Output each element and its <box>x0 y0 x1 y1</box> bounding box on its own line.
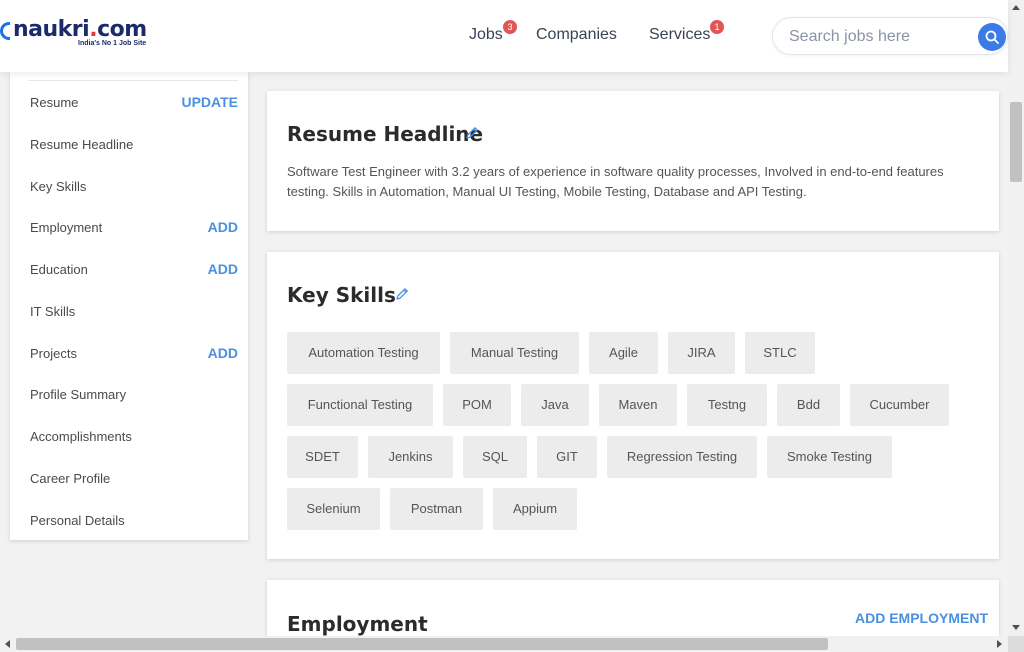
vertical-scrollbar[interactable] <box>1008 0 1024 636</box>
scroll-down-arrow-icon[interactable] <box>1012 625 1020 630</box>
sidebar-item-label: Resume Headline <box>30 137 134 152</box>
resume-headline-text: Software Test Engineer with 3.2 years of… <box>287 164 944 199</box>
sidebar-item-label: Key Skills <box>30 179 87 194</box>
top-header: naukri.com India's No 1 Job Site Jobs 3 … <box>0 0 1008 72</box>
scrollbar-corner <box>1008 636 1024 652</box>
logo-tagline: India's No 1 Job Site <box>78 40 147 47</box>
skill-chip: Cucumber <box>850 384 949 426</box>
skill-chip: Postman <box>390 488 483 530</box>
naukri-logo[interactable]: naukri.com India's No 1 Job Site <box>0 18 160 50</box>
skill-chip: Smoke Testing <box>767 436 892 478</box>
sidebar-item-label: Accomplishments <box>30 429 132 444</box>
skill-chip: POM <box>443 384 511 426</box>
services-notification-badge: 1 <box>710 20 724 34</box>
sidebar-item-personal-details[interactable]: Personal Details <box>30 513 238 533</box>
sidebar-item-label: Profile Summary <box>30 387 127 402</box>
education-add-link[interactable]: ADD <box>208 261 238 277</box>
key-skills-title: Key Skills <box>287 283 396 307</box>
nav-jobs[interactable]: Jobs <box>469 26 503 44</box>
search-button[interactable] <box>978 23 1006 51</box>
nav-companies[interactable]: Companies <box>536 26 617 44</box>
resume-update-link[interactable]: UPDATE <box>181 94 238 110</box>
skill-chip: Agile <box>589 332 658 374</box>
sidebar-item-label: Employment <box>30 220 103 235</box>
employment-title: Employment <box>287 612 428 636</box>
sidebar-divider <box>28 80 238 81</box>
sidebar-item-key-skills[interactable]: Key Skills <box>30 179 238 199</box>
sidebar-item-accomplishments[interactable]: Accomplishments <box>30 429 238 449</box>
skill-chip: Automation Testing <box>287 332 440 374</box>
horizontal-scrollbar-thumb[interactable] <box>16 638 828 650</box>
projects-add-link[interactable]: ADD <box>208 345 238 361</box>
sidebar-item-resume-headline[interactable]: Resume Headline <box>30 137 238 157</box>
skill-chip: GIT <box>537 436 597 478</box>
edit-pencil-icon[interactable] <box>394 286 410 302</box>
search-icon <box>985 30 999 44</box>
sidebar-item-label: Education <box>30 262 88 277</box>
skill-chip: Functional Testing <box>287 384 433 426</box>
jobs-notification-badge: 3 <box>503 20 517 34</box>
skill-chip: Appium <box>493 488 577 530</box>
resume-headline-card <box>267 91 999 231</box>
skill-chip: SDET <box>287 436 358 478</box>
employment-add-link[interactable]: ADD <box>208 219 238 235</box>
sidebar-item-label: IT Skills <box>30 304 76 319</box>
sidebar-item-label: Personal Details <box>30 513 125 528</box>
skill-chip: Maven <box>599 384 677 426</box>
vertical-scrollbar-thumb[interactable] <box>1010 102 1022 182</box>
search-bar <box>772 17 1008 55</box>
sidebar-item-education[interactable]: Education ADD <box>30 261 238 282</box>
search-input[interactable] <box>789 26 969 48</box>
sidebar-item-resume[interactable]: Resume UPDATE <box>30 94 238 115</box>
logo-wordmark: naukri.com <box>13 17 147 42</box>
skill-chip: Selenium <box>287 488 380 530</box>
skill-chip: STLC <box>745 332 815 374</box>
quick-links-sidebar: Resume UPDATE Resume Headline Key Skills… <box>10 72 248 540</box>
skill-chip: JIRA <box>668 332 735 374</box>
skill-chip: Java <box>521 384 589 426</box>
sidebar-item-profile-summary[interactable]: Profile Summary <box>30 387 238 407</box>
scroll-left-arrow-icon[interactable] <box>5 640 10 648</box>
sidebar-item-career-profile[interactable]: Career Profile <box>30 471 238 491</box>
skill-chip: Manual Testing <box>450 332 579 374</box>
sidebar-item-it-skills[interactable]: IT Skills <box>30 304 238 324</box>
sidebar-item-employment[interactable]: Employment ADD <box>30 219 238 240</box>
skill-chip: Testng <box>687 384 767 426</box>
skill-chip: SQL <box>463 436 527 478</box>
sidebar-item-label: Career Profile <box>30 471 111 486</box>
resume-headline-title: Resume Headline <box>287 122 484 146</box>
scroll-right-arrow-icon[interactable] <box>997 640 1002 648</box>
sidebar-item-projects[interactable]: Projects ADD <box>30 345 238 366</box>
nav-services[interactable]: Services <box>649 26 710 44</box>
sidebar-item-label: Projects <box>30 346 77 361</box>
scroll-up-arrow-icon[interactable] <box>1012 5 1020 10</box>
sidebar-item-label: Resume <box>30 95 79 110</box>
add-employment-link[interactable]: ADD EMPLOYMENT <box>855 610 988 626</box>
skill-chip: Regression Testing <box>607 436 757 478</box>
skill-chip: Jenkins <box>368 436 453 478</box>
skill-chip: Bdd <box>777 384 840 426</box>
edit-pencil-icon[interactable] <box>464 125 480 141</box>
